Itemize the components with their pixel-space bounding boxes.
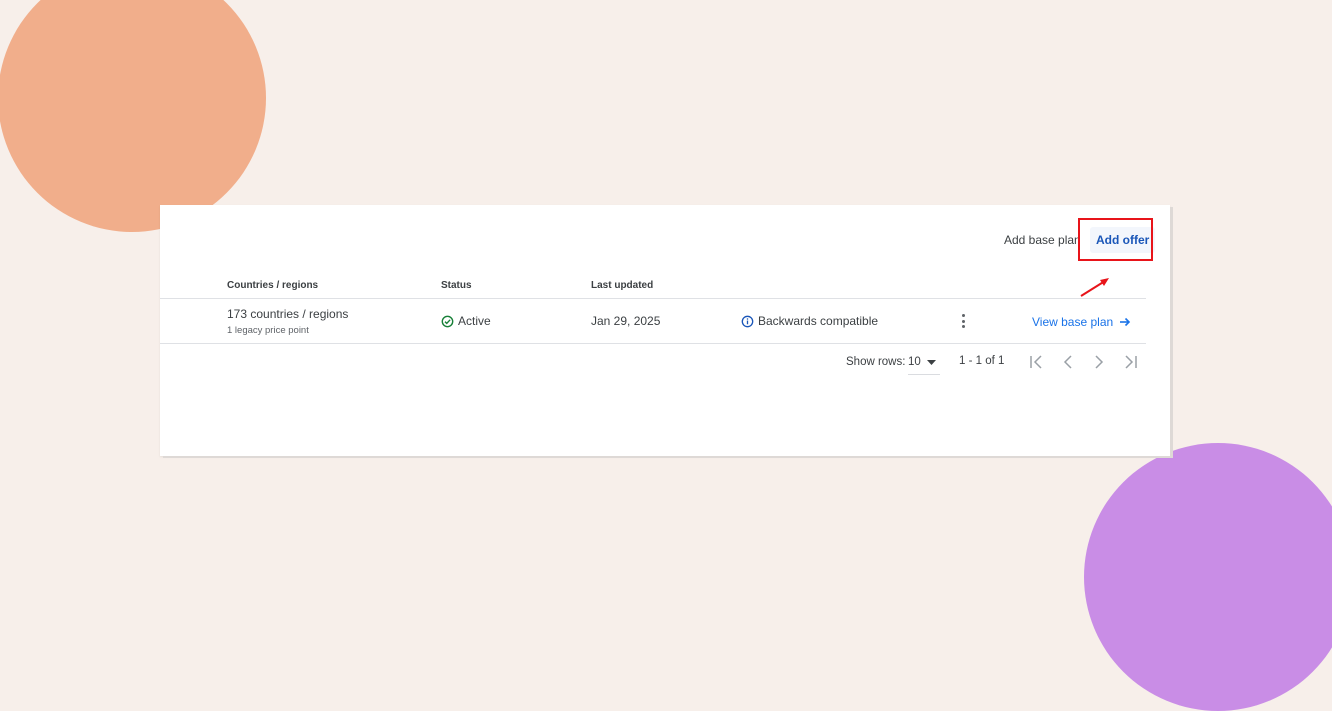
last-page-icon[interactable] <box>1122 353 1138 371</box>
first-page-icon[interactable] <box>1029 353 1045 371</box>
decorative-orange-circle <box>0 0 266 232</box>
status-cell: Active <box>441 314 491 328</box>
highlight-box <box>1078 218 1153 261</box>
column-header-status[interactable]: Status <box>441 280 472 291</box>
arrow-right-icon <box>1120 317 1131 327</box>
table-header-divider <box>160 298 1146 299</box>
base-plans-card: Add base plan Add offer Countries / regi… <box>160 205 1170 456</box>
compatibility-cell: Backwards compatible <box>741 314 878 328</box>
chevron-down-icon <box>926 359 936 365</box>
countries-cell: 173 countries / regions <box>227 307 349 321</box>
column-header-last-updated[interactable]: Last updated <box>591 280 653 291</box>
price-point-note: 1 legacy price point <box>227 325 309 336</box>
next-page-icon[interactable] <box>1091 353 1107 371</box>
previous-page-icon[interactable] <box>1060 353 1076 371</box>
decorative-purple-circle <box>1084 443 1332 711</box>
rows-per-page-value: 10 <box>908 356 921 368</box>
compatibility-text: Backwards compatible <box>758 314 879 328</box>
add-base-plan-button[interactable]: Add base plan <box>1004 233 1081 247</box>
show-rows-label: Show rows: <box>846 356 906 368</box>
status-text: Active <box>458 314 491 328</box>
table-row-divider <box>160 343 1146 344</box>
annotation-arrow-icon <box>1080 278 1109 297</box>
pagination-range: 1 - 1 of 1 <box>959 355 1005 367</box>
column-header-countries[interactable]: Countries / regions <box>227 280 318 291</box>
view-base-plan-link[interactable]: View base plan <box>1032 315 1131 329</box>
last-updated-cell: Jan 29, 2025 <box>591 314 661 328</box>
more-options-icon[interactable] <box>960 314 966 328</box>
info-icon <box>741 315 754 327</box>
view-base-plan-label: View base plan <box>1032 315 1114 329</box>
check-circle-icon <box>441 315 454 327</box>
rows-per-page-select[interactable]: 10 <box>908 350 940 375</box>
